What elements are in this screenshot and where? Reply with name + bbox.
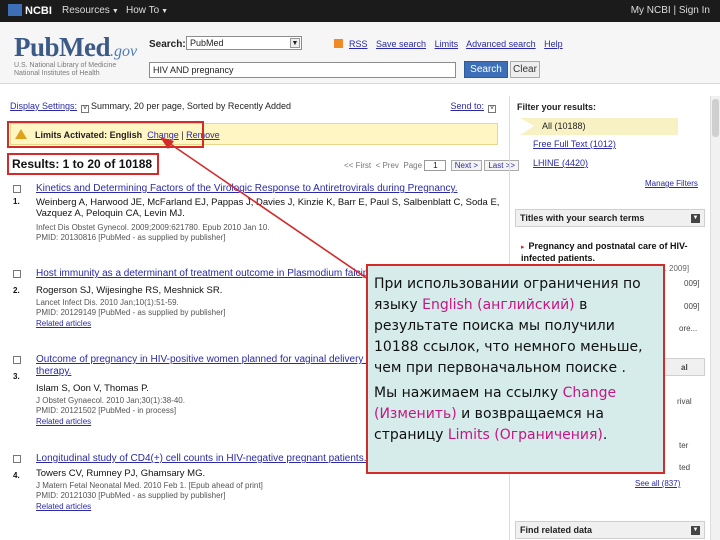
callout-highlight: Limits (Ограничения) (447, 427, 603, 443)
sidebar-fragment[interactable]: ore... (679, 324, 697, 333)
filter-all[interactable]: All (10188) (520, 118, 678, 135)
vertical-scrollbar[interactable] (710, 96, 720, 540)
display-settings-value: Summary, 20 per page, Sorted by Recently… (91, 101, 291, 111)
related-articles-link[interactable]: Related articles (36, 417, 91, 426)
sidebar-fragment: 009] (684, 279, 700, 288)
result-number: 1. (13, 197, 20, 206)
collapse-icon[interactable]: ▼ (691, 214, 700, 223)
ncbi-logo[interactable]: NCBI (8, 4, 52, 17)
header-links: RSS Save search Limits Advanced search H… (334, 39, 569, 49)
database-select[interactable]: PubMed ▼ (186, 36, 302, 50)
rss-icon (334, 39, 343, 48)
limits-link[interactable]: Limits (435, 39, 459, 49)
bullet-icon: ▸ (521, 244, 525, 251)
pubmed-logo-gov: .gov (110, 43, 138, 60)
nlm-line-2: National Institutes of Health (14, 70, 100, 77)
collapse-icon[interactable]: ▼ (691, 526, 700, 535)
pubmed-header: PubMed.gov U.S. National Library of Medi… (0, 22, 720, 84)
sidebar-fragment: ted (679, 463, 691, 472)
related-articles-link[interactable]: Related articles (36, 502, 91, 511)
find-related-data-title: Find related data (520, 525, 593, 535)
nlm-caption: U.S. National Library of Medicine Nation… (14, 62, 144, 78)
dropdown-toggle-icon[interactable]: ˅ (488, 105, 496, 113)
chevron-down-icon: ▼ (290, 38, 300, 48)
display-settings-link[interactable]: Display Settings: (10, 101, 77, 111)
result-checkbox[interactable] (13, 356, 21, 364)
advanced-search-link[interactable]: Advanced search (466, 39, 536, 49)
result-journal: J Obstet Gynaecol. 2010 Jan;30(1):38-40. (36, 396, 185, 405)
my-ncbi-sign-in-link[interactable]: My NCBI | Sign In (631, 5, 710, 16)
ncbi-brand-text: NCBI (25, 5, 52, 17)
result-number: 2. (13, 286, 20, 295)
result-authors: Weinberg A, Harwood JE, McFarland EJ, Pa… (36, 197, 500, 219)
sidebar-fragment: al (681, 363, 688, 372)
sidebar-fragment: rival (677, 397, 692, 406)
result-pmid: PMID: 20130816 [PubMed - as supplied by … (36, 233, 226, 242)
search-input[interactable]: HIV AND pregnancy (149, 62, 456, 78)
ncbi-logo-icon (8, 4, 22, 16)
filter-lhine[interactable]: LHINE (4420) (533, 158, 588, 168)
callout-text: . (602, 427, 608, 443)
titles-panel-header[interactable]: Titles with your search terms ▼ (515, 209, 705, 227)
result-number: 3. (13, 372, 20, 381)
callout-highlight: English (английский) (422, 297, 575, 313)
result-checkbox[interactable] (13, 185, 21, 193)
result-checkbox[interactable] (13, 270, 21, 278)
dropdown-toggle-icon[interactable]: ˅ (81, 105, 90, 113)
nlm-line-1: U.S. National Library of Medicine (14, 62, 117, 69)
see-all-link[interactable]: See all (837) (635, 479, 680, 488)
pager-page-input[interactable]: 1 (424, 160, 447, 171)
titles-panel-title: Titles with your search terms (520, 213, 645, 223)
callout-paragraph-2: Мы нажимаем на ссылку Change (Изменить) … (374, 383, 657, 446)
search-label: Search: (149, 39, 186, 50)
result-checkbox[interactable] (13, 455, 21, 463)
sidebar-fragment: 009] (684, 302, 700, 311)
result-pmid: PMID: 20121502 [PubMed - in process] (36, 406, 177, 415)
pager-first[interactable]: << First (344, 161, 371, 170)
pager: << First < Prev Page 1 Next > Last >> (344, 160, 520, 171)
help-link[interactable]: Help (544, 39, 563, 49)
result-journal: Lancet Infect Dis. 2010 Jan;10(1):51-59. (36, 298, 179, 307)
pubmed-logo[interactable]: PubMed.gov U.S. National Library of Medi… (14, 32, 138, 77)
sidebar-fragment: ter (679, 441, 689, 450)
results-highlight-box (7, 153, 159, 175)
rss-link[interactable]: RSS (349, 39, 368, 49)
result-pmid: PMID: 20121030 [PubMed - as supplied by … (36, 491, 226, 500)
send-to-link[interactable]: Send to: (450, 101, 484, 111)
database-select-value: PubMed (190, 38, 224, 48)
howto-menu[interactable]: How To ▼ (126, 5, 168, 16)
clear-button[interactable]: Clear (510, 61, 540, 78)
result-journal: J Matern Fetal Neonatal Med. 2010 Feb 1.… (36, 481, 263, 490)
result-number: 4. (13, 471, 20, 480)
find-related-data-header[interactable]: Find related data ▼ (515, 521, 705, 539)
limits-highlight-box (7, 121, 204, 148)
pubmed-logo-text: PubMed (14, 32, 111, 62)
ncbi-top-bar: NCBI Resources ▼ How To ▼ My NCBI | Sign I… (0, 0, 720, 22)
result-journal: Infect Dis Obstet Gynecol. 2009;2009:621… (36, 223, 270, 232)
result-title-link[interactable]: Kinetics and Determining Factors of the … (36, 183, 506, 195)
pager-next[interactable]: Next > (450, 160, 483, 171)
annotation-callout: При использовании ограничения по языку E… (366, 264, 665, 474)
pager-page-label: Page (403, 161, 423, 170)
resources-menu-label: Resources (62, 5, 110, 16)
callout-paragraph-1: При использовании ограничения по языку E… (374, 274, 657, 379)
result-item: 1. Kinetics and Determining Factors of t… (10, 183, 504, 263)
search-button[interactable]: Search (464, 61, 508, 78)
resources-menu[interactable]: Resources ▼ (62, 5, 119, 16)
scrollbar-thumb[interactable] (712, 99, 719, 137)
manage-filters-link[interactable]: Manage Filters (645, 179, 698, 188)
display-settings-bar: Display Settings: ˅ Summary, 20 per page, … (10, 101, 504, 113)
result-pmid: PMID: 20129149 [PubMed - as supplied by … (36, 308, 226, 317)
filter-title: Filter your results: (517, 102, 597, 112)
callout-text: Мы нажимаем на ссылку (374, 385, 563, 401)
pager-prev[interactable]: < Prev (376, 161, 399, 170)
related-articles-link[interactable]: Related articles (36, 319, 91, 328)
chevron-down-icon: ▼ (161, 8, 169, 15)
save-search-link[interactable]: Save search (376, 39, 426, 49)
filter-free-full-text[interactable]: Free Full Text (1012) (533, 139, 616, 149)
chevron-down-icon: ▼ (111, 8, 119, 15)
titles-item-link[interactable]: Pregnancy and postnatal care of HIV-infe… (521, 241, 688, 263)
howto-menu-label: How To (126, 5, 160, 16)
titles-item: ▸ Pregnancy and postnatal care of HIV-inf… (521, 241, 701, 273)
